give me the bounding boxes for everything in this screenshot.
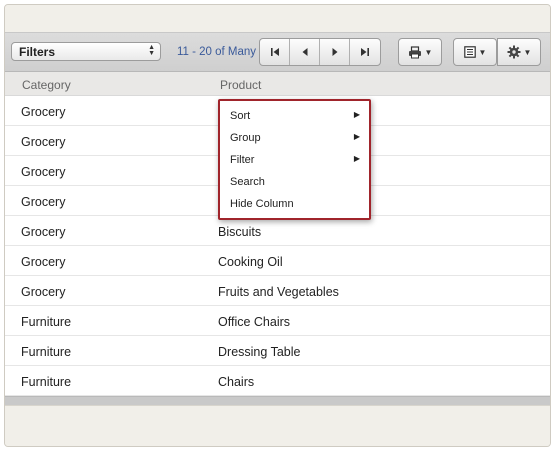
top-band [5, 5, 550, 32]
settings-button[interactable]: ▼ [498, 39, 540, 65]
product-cell: Dressing Table [218, 345, 301, 359]
submenu-arrow-icon: ▶ [353, 132, 360, 141]
product-cell: Office Chairs [218, 315, 291, 329]
menu-item-hide-column[interactable]: Hide Column [220, 193, 369, 215]
category-cell: Grocery [21, 135, 66, 149]
category-cell: Grocery [21, 165, 66, 179]
product-cell: Chairs [218, 375, 255, 389]
table-header: Category Product [5, 72, 550, 96]
chevron-down-icon: ▼ [523, 47, 532, 57]
menu-item-label: Search [230, 176, 265, 188]
gear-icon [507, 45, 521, 59]
prev-page-button[interactable] [290, 39, 320, 65]
category-cell: Furniture [21, 315, 72, 329]
product-cell: Biscuits [218, 225, 262, 239]
report-view: Filters ▲ ▼ 11 - 20 of Many ▼ ▼ ▼ Catego… [4, 4, 551, 447]
last-page-button[interactable] [350, 39, 380, 65]
submenu-arrow-icon: ▶ [353, 154, 360, 163]
columns-button[interactable]: ▼ [454, 39, 496, 65]
horizontal-scrollbar[interactable] [5, 396, 550, 405]
category-cell: Grocery [21, 105, 66, 119]
menu-item-label: Sort [230, 110, 251, 122]
up-down-arrows-icon: ▲ ▼ [148, 44, 155, 57]
category-cell: Furniture [21, 375, 72, 389]
settings-menu: ▼ [497, 38, 541, 66]
skip-last-icon [361, 48, 369, 56]
table-row[interactable]: Grocery Fruits and Vegetables [5, 276, 550, 306]
menu-item-sort[interactable]: Sort ▶ [220, 105, 369, 127]
printer-icon [408, 45, 421, 58]
print-button[interactable]: ▼ [399, 39, 441, 65]
filters-dropdown[interactable]: Filters ▲ ▼ [11, 42, 161, 61]
menu-item-filter[interactable]: Filter ▶ [220, 149, 369, 171]
menu-item-label: Filter [230, 154, 255, 166]
category-cell: Grocery [21, 225, 66, 239]
submenu-arrow-icon: ▶ [353, 110, 360, 119]
column-header-category[interactable]: Category [22, 78, 71, 92]
filters-dropdown-label: Filters [19, 45, 56, 59]
next-page-button[interactable] [320, 39, 350, 65]
table-row[interactable]: Grocery Biscuits [5, 216, 550, 246]
chevron-down-icon: ▼ [424, 47, 433, 57]
triangle-right-icon [332, 48, 337, 56]
print-menu: ▼ [398, 38, 442, 66]
table-row[interactable]: Furniture Chairs [5, 366, 550, 396]
menu-item-label: Group [230, 132, 261, 144]
skip-first-icon [270, 48, 279, 56]
menu-item-label: Hide Column [230, 198, 294, 210]
menu-item-group[interactable]: Group ▶ [220, 127, 369, 149]
toolbar: Filters ▲ ▼ 11 - 20 of Many ▼ ▼ ▼ [5, 32, 550, 72]
list-icon [463, 46, 476, 58]
menu-item-search[interactable]: Search [220, 171, 369, 193]
product-cell: Fruits and Vegetables [218, 285, 339, 299]
pagination-controls [259, 38, 381, 66]
category-cell: Grocery [21, 285, 66, 299]
first-page-button[interactable] [260, 39, 290, 65]
footer-bar [5, 405, 550, 446]
category-cell: Grocery [21, 255, 66, 269]
table-row[interactable]: Furniture Office Chairs [5, 306, 550, 336]
category-cell: Grocery [21, 195, 66, 209]
column-header-product[interactable]: Product [220, 78, 261, 92]
pagination-status: 11 - 20 of Many [177, 46, 257, 58]
table-row[interactable]: Furniture Dressing Table [5, 336, 550, 366]
product-cell: Cooking Oil [218, 255, 283, 269]
columns-menu: ▼ [453, 38, 497, 66]
triangle-left-icon [302, 48, 307, 56]
category-cell: Furniture [21, 345, 72, 359]
column-context-menu: Sort ▶ Group ▶ Filter ▶ Search Hide Colu… [218, 99, 371, 220]
chevron-down-icon: ▼ [478, 47, 487, 57]
table-row[interactable]: Grocery Cooking Oil [5, 246, 550, 276]
